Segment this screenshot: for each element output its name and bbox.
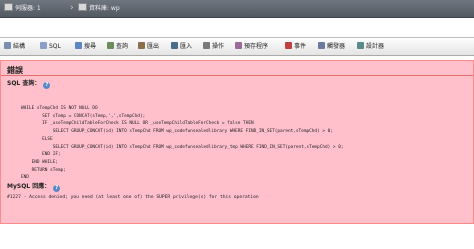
tab-routines[interactable]: 預存程序 [235, 38, 268, 55]
tab-label: 匯入 [180, 43, 193, 50]
error-panel: 錯誤 SQL 查詢：? WHILE sTempChd IS NOT NULL D… [0, 60, 474, 224]
tab-triggers[interactable]: 觸發器 [318, 38, 345, 55]
tab-search[interactable]: 搜尋 [75, 38, 96, 55]
database-icon [78, 3, 87, 11]
tab-label: 匯出 [147, 43, 160, 50]
code-line: ELSE [21, 136, 53, 142]
events-icon [285, 42, 292, 49]
breadcrumb-separator: › [70, 3, 74, 13]
designer-icon [357, 42, 364, 49]
tab-events[interactable]: 事件 [285, 38, 306, 55]
sql-code: WHILE sTempChd IS NOT NULL DO SET sTemp … [21, 105, 344, 182]
help-icon[interactable]: ? [43, 82, 51, 89]
code-line: RETURN sTemp; [21, 167, 66, 173]
tab-operations[interactable]: 操作 [203, 38, 224, 55]
code-line: SELECT GROUP_CONCAT(id) INTO sTempChd FR… [21, 144, 344, 150]
breadcrumb-database-label: 資料庫: wp [89, 5, 120, 12]
tab-designer[interactable]: 設計器 [357, 38, 384, 55]
code-line: WHILE sTempChd IS NOT NULL DO [21, 106, 98, 111]
tab-import[interactable]: 匯入 [171, 38, 192, 55]
tab-structure[interactable]: 結構 [4, 38, 25, 55]
sql-query-label-text: SQL 查詢： [7, 80, 41, 87]
tab-label: 預存程序 [244, 43, 269, 50]
tab-label: SQL [49, 43, 61, 50]
tab-label: 查詢 [116, 43, 129, 50]
sql-query-label: SQL 查詢：? [7, 78, 51, 89]
import-icon [171, 42, 178, 49]
breadcrumb-database[interactable]: 資料庫: wp [78, 0, 120, 17]
server-icon [4, 3, 13, 11]
tab-label: 操作 [212, 43, 225, 50]
tab-label: 結構 [13, 43, 26, 50]
tab-query[interactable]: 查詢 [107, 38, 128, 55]
routines-icon [235, 42, 242, 49]
code-line: END WHILE; [21, 159, 59, 165]
export-icon [138, 42, 145, 49]
code-line: SET sTemp = CONCAT(sTemp,',',sTempChd); [21, 113, 146, 119]
tab-bar: 結構 SQL 搜尋 查詢 匯出 匯入 操作 預存程序 事件 觸發器 設計器 [0, 37, 474, 56]
code-line: END IF; [21, 152, 61, 158]
error-message: #1227 - Access denied; you need (at leas… [7, 195, 259, 200]
divider [1, 75, 473, 76]
tab-label: 搜尋 [84, 43, 97, 50]
tab-label: 觸發器 [327, 43, 346, 50]
code-line: END [21, 175, 29, 181]
query-icon [107, 42, 114, 49]
operations-icon [203, 42, 210, 49]
sql-icon [40, 42, 47, 49]
breadcrumb-server[interactable]: 伺服器: 1 [4, 0, 41, 17]
mysql-response-label: MySQL 回應：? [7, 181, 61, 192]
mysql-response-label-text: MySQL 回應： [7, 183, 51, 190]
structure-icon [4, 42, 11, 49]
breadcrumb-server-label: 伺服器: 1 [15, 5, 41, 12]
tab-label: 設計器 [366, 43, 385, 50]
code-line: IF _useTempChildTableForCheck IS NULL OR… [21, 121, 254, 127]
tab-export[interactable]: 匯出 [138, 38, 159, 55]
breadcrumb: 伺服器: 1 › 資料庫: wp [0, 0, 474, 18]
code-line: SELECT GROUP_CONCAT(id) INTO sTempChd FR… [21, 129, 333, 135]
tab-label: 事件 [294, 43, 307, 50]
tab-sql[interactable]: SQL [40, 38, 61, 55]
triggers-icon [318, 42, 325, 49]
search-icon [75, 42, 82, 49]
help-icon[interactable]: ? [53, 185, 61, 192]
